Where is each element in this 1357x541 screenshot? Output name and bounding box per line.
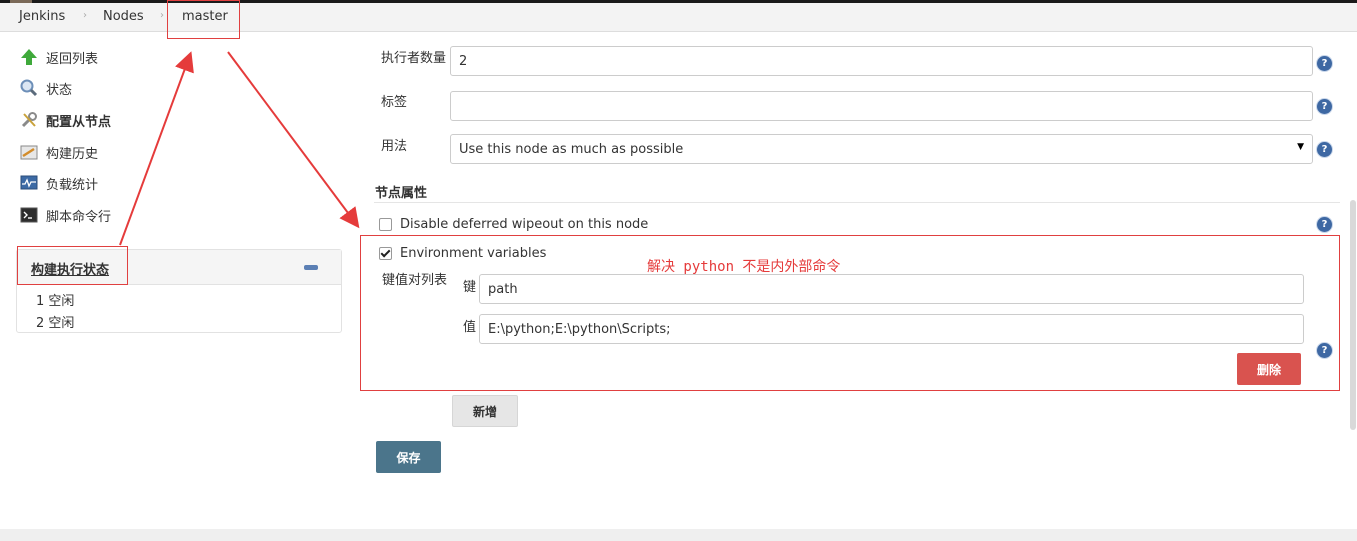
footer-bar	[0, 529, 1357, 541]
annotation-arrow	[227, 51, 360, 229]
scrollbar[interactable]	[1350, 200, 1356, 430]
annotation-arrow	[119, 51, 194, 246]
annotation-arrows	[119, 51, 360, 246]
